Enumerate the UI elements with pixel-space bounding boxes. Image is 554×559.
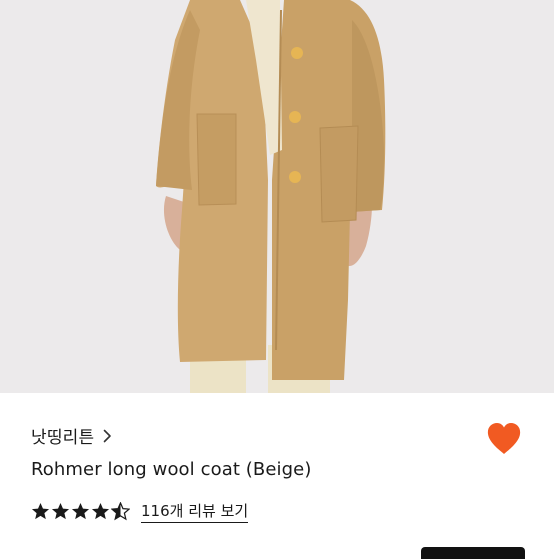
- review-link[interactable]: 116개 리뷰 보기: [141, 500, 249, 523]
- star-icon: [51, 502, 70, 520]
- rating-stars: [31, 502, 130, 521]
- product-image[interactable]: [0, 0, 554, 393]
- star-icon: [91, 502, 110, 520]
- bottom-action-button[interactable]: [421, 547, 525, 559]
- half-star-icon: [111, 502, 130, 521]
- chevron-right-icon: [104, 429, 112, 442]
- heart-icon[interactable]: [486, 422, 522, 456]
- product-title: Rohmer long wool coat (Beige): [31, 459, 312, 480]
- product-info-panel: 낫띵리튼 Rohmer long wool coat (Beige) 116개 …: [0, 393, 554, 559]
- brand-name: 낫띵리튼: [31, 428, 95, 448]
- product-photo-illustration: [0, 0, 554, 393]
- star-icon: [31, 502, 50, 520]
- brand-link[interactable]: 낫띵리튼: [31, 423, 112, 448]
- star-icon: [71, 502, 90, 520]
- rating-row: 116개 리뷰 보기: [31, 500, 249, 523]
